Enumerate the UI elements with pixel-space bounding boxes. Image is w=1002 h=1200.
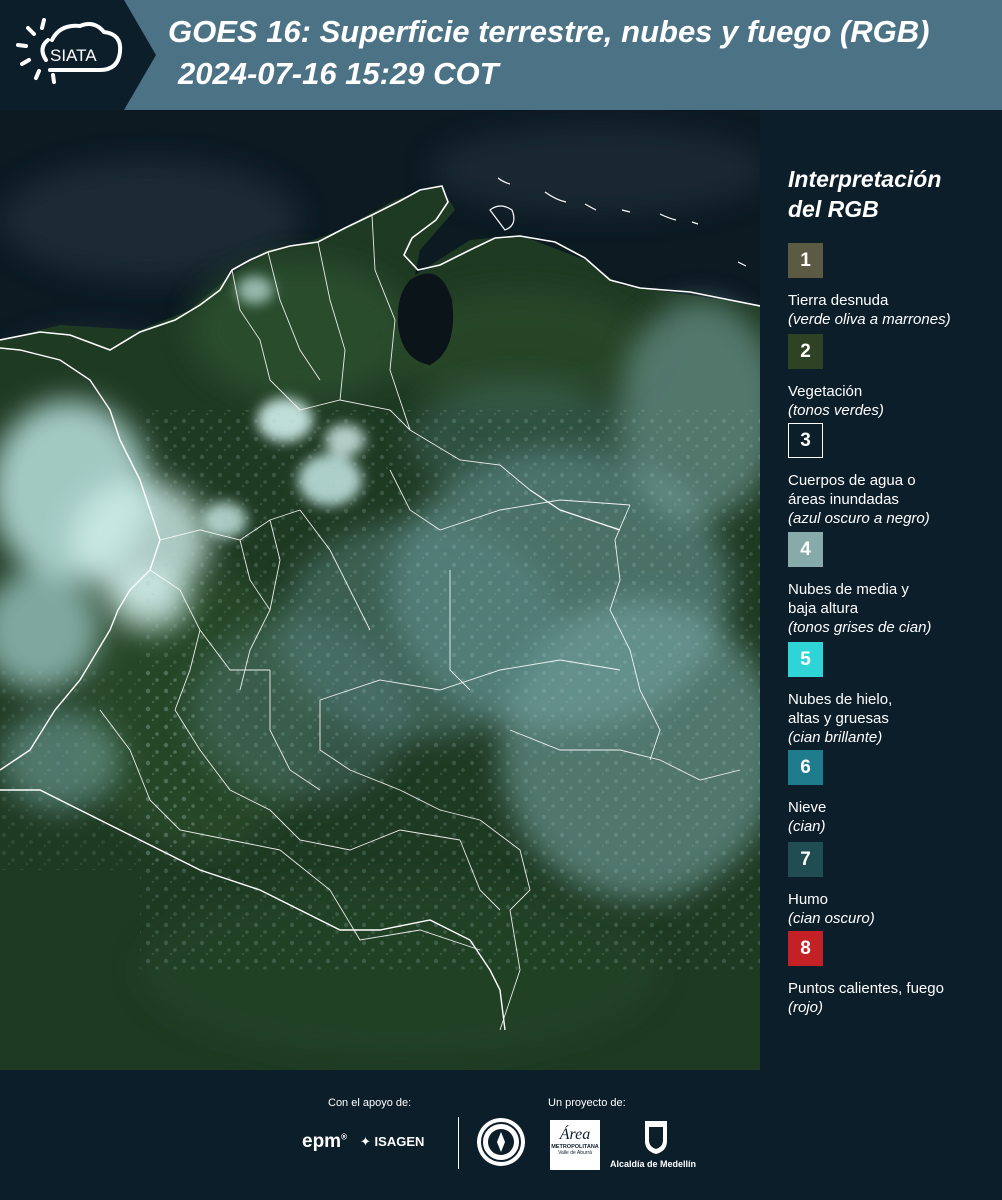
legend-swatch: 6: [788, 750, 823, 785]
legend-swatch: 7: [788, 842, 823, 877]
legend-item-desc: (verde oliva a marrones): [788, 311, 951, 328]
logo-text: SIATA: [50, 46, 97, 65]
legend-item-desc: (rojo): [788, 999, 824, 1016]
legend-item-label: Nubes de hielo, altas y gruesas: [788, 691, 893, 727]
legend-swatch: 5: [788, 642, 823, 677]
support-label: Con el apoyo de:: [328, 1097, 412, 1109]
legend-item-desc: (cian): [788, 818, 826, 835]
alcaldia-shield-icon: [643, 1119, 669, 1155]
alcaldia-label: Alcaldía de Medellín: [610, 1159, 697, 1169]
legend-item-water: 3 Cuerpos de agua o áreas inundadas (azu…: [788, 423, 998, 528]
header: SIATA GOES 16: Superficie terrestre, nub…: [0, 0, 1002, 110]
legend-swatch: 4: [788, 532, 823, 567]
legend-item-label: Humo: [788, 891, 829, 908]
legend-item-bare-soil: 1 Tierra desnuda (verde oliva a marrones…: [788, 243, 998, 329]
legend-swatch: 1: [788, 243, 823, 278]
footer-divider: [458, 1117, 459, 1169]
legend-item-snow: 6 Nieve (cian): [788, 750, 998, 836]
legend-item-label: Tierra desnuda: [788, 292, 889, 309]
legend-swatch: 3: [788, 423, 823, 458]
isagen-logo: ✦ ISAGEN: [360, 1134, 425, 1149]
legend-item-desc: (tonos verdes): [788, 402, 884, 419]
medellin-seal-icon: [477, 1118, 525, 1166]
legend-item-fire: 8 Puntos calientes, fuego (rojo): [788, 931, 998, 1017]
rgb-legend: Interpretación del RGB 1 Tierra desnuda …: [760, 110, 1002, 1070]
legend-item-label: Nubes de media y baja altura: [788, 581, 909, 617]
legend-item-desc: (cian oscuro): [788, 910, 875, 927]
area-metropolitana-logo: Área METROPOLITANA Valle de Aburrá: [550, 1120, 600, 1170]
legend-item-vegetation: 2 Vegetación (tonos verdes): [788, 334, 998, 420]
legend-item-label: Nieve: [788, 799, 827, 816]
legend-item-label: Puntos calientes, fuego: [788, 980, 944, 997]
epm-logo: epm®: [302, 1131, 347, 1152]
page-title: GOES 16: Superficie terrestre, nubes y f…: [168, 14, 930, 49]
footer: Con el apoyo de: Un proyecto de: epm® ✦ …: [0, 1070, 1002, 1200]
legend-item-low-clouds: 4 Nubes de media y baja altura (tonos gr…: [788, 532, 998, 637]
legend-swatch: 2: [788, 334, 823, 369]
legend-title: Interpretación del RGB: [788, 166, 942, 222]
legend-item-desc: (azul oscuro a negro): [788, 510, 930, 527]
project-label: Un proyecto de:: [548, 1097, 626, 1109]
legend-swatch: 8: [788, 931, 823, 966]
legend-item-desc: (cian brillante): [788, 729, 883, 746]
legend-item-label: Vegetación: [788, 383, 863, 400]
timestamp: 2024-07-16 15:29 COT: [178, 56, 499, 91]
legend-item-ice-clouds: 5 Nubes de hielo, altas y gruesas (cian …: [788, 642, 998, 747]
isagen-icon: ✦: [360, 1134, 371, 1149]
satellite-image: [0, 110, 760, 1070]
legend-item-desc: (tonos grises de cian): [788, 619, 932, 636]
legend-item-smoke: 7 Humo (cian oscuro): [788, 842, 998, 928]
siata-logo: SIATA: [0, 0, 160, 110]
legend-item-label: Cuerpos de agua o áreas inundadas: [788, 472, 916, 508]
